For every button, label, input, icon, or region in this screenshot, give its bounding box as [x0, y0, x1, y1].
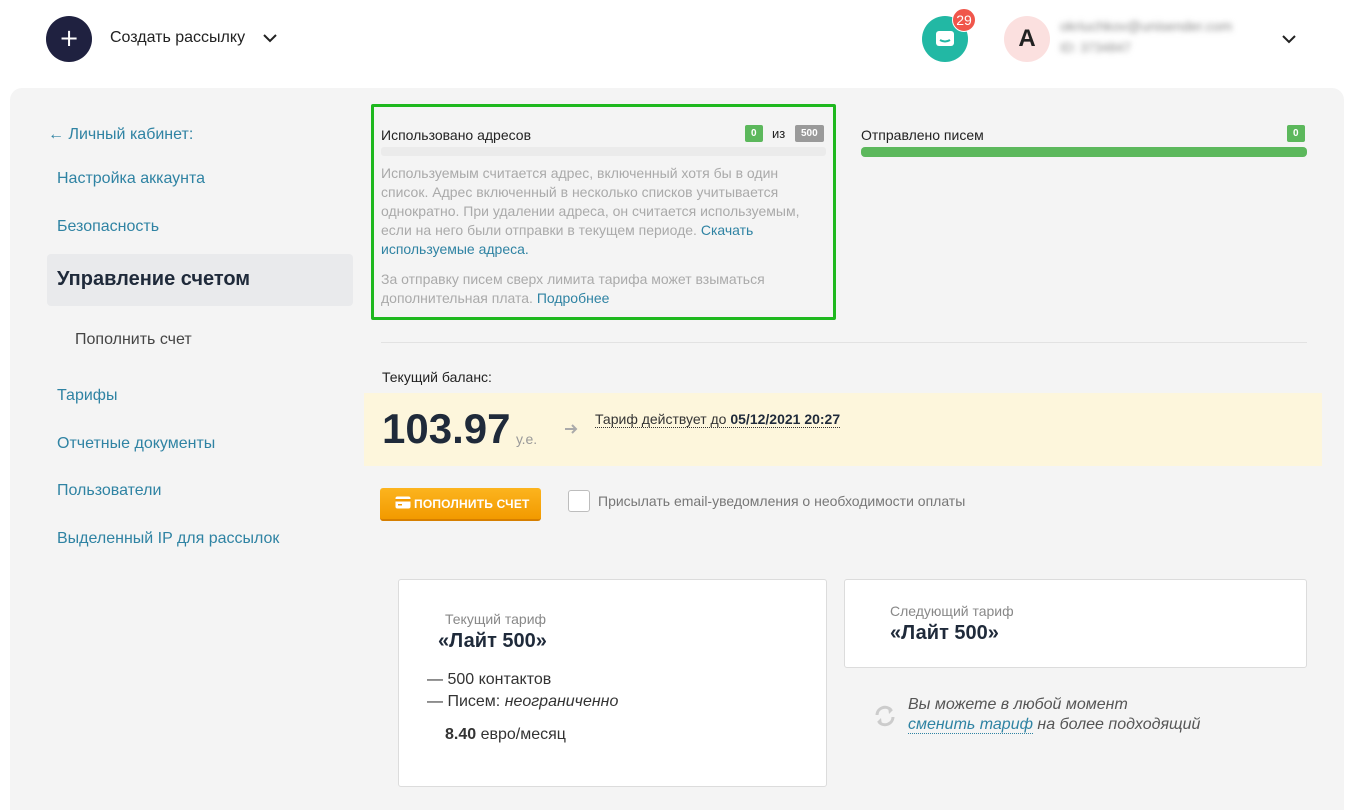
next-tariff-name: «Лайт 500»	[890, 622, 999, 644]
avatar[interactable]: A	[1004, 16, 1050, 62]
refresh-icon	[875, 705, 895, 727]
balance-unit: у.е.	[516, 431, 538, 447]
notify-label[interactable]: Присылать email-уведомления о необходимо…	[598, 493, 965, 509]
overlimit-note: За отправку писем сверх лимита тарифа мо…	[381, 270, 821, 308]
notify-checkbox[interactable]	[568, 490, 590, 512]
sent-letters-count: 0	[1287, 125, 1305, 142]
sent-progress-fill	[861, 147, 1307, 157]
tariff-feature-letters-value: неограниченно	[504, 693, 619, 710]
sidebar-item-account-settings[interactable]: Настройка аккаунта	[57, 170, 205, 188]
change-note-line2: на более подходящий	[1037, 716, 1201, 733]
sidebar-item-security[interactable]: Безопасность	[57, 218, 159, 236]
plus-icon[interactable]: +	[46, 16, 92, 62]
sidebar-item-billing[interactable]: Управление счетом	[47, 254, 353, 306]
tariff-valid-prefix: Тариф действует до	[595, 411, 727, 427]
sent-letters-title: Отправлено писем	[861, 127, 984, 143]
divider	[381, 342, 1307, 343]
chat-icon	[936, 31, 954, 46]
topup-button-label: ПОПОЛНИТЬ СЧЕТ	[414, 497, 530, 511]
tariff-valid-date: 05/12/2021 20:27	[730, 411, 841, 427]
addresses-note: Используемым считается адрес, включенный…	[381, 164, 821, 259]
balance-label: Текущий баланс:	[382, 369, 492, 385]
addresses-progress-bar	[381, 147, 826, 156]
balance-amount: 103.97	[382, 405, 511, 452]
tariff-price-value: 8.40	[445, 726, 477, 743]
tariff-feature-letters-prefix: — Писем:	[427, 693, 501, 710]
top-bar: + Создать рассылку 29 A okriuchkov@unise…	[0, 0, 1354, 80]
current-tariff-caption: Текущий тариф	[445, 611, 547, 627]
card-icon	[395, 496, 411, 509]
arrow-right-icon	[565, 424, 578, 434]
user-id: ID: 3734847	[1060, 40, 1131, 55]
change-tariff-note: Вы можете в любой момент сменить тариф н…	[908, 695, 1200, 735]
change-tariff-link[interactable]: сменить тариф	[908, 716, 1033, 734]
tariff-feature-contacts: — 500 контактов	[427, 671, 552, 688]
user-email: okriuchkov@unisender.com	[1060, 18, 1233, 34]
chevron-down-icon[interactable]	[262, 30, 278, 46]
sidebar-item-topup[interactable]: Пополнить счет	[75, 331, 192, 349]
next-tariff-caption: Следующий тариф	[890, 603, 1014, 619]
tariff-price: 8.40 евро/месяц	[445, 726, 566, 744]
more-info-link[interactable]: Подробнее	[537, 290, 610, 306]
sidebar-item-tariffs[interactable]: Тарифы	[57, 387, 117, 405]
tariff-feature-letters: — Писем: неограниченно	[427, 693, 618, 711]
sidebar-item-documents[interactable]: Отчетные документы	[57, 435, 215, 453]
addresses-used-title: Использовано адресов	[381, 127, 532, 143]
addresses-limit: 500	[795, 125, 824, 142]
change-note-line1: Вы можете в любой момент	[908, 696, 1128, 713]
chevron-down-icon[interactable]	[1280, 30, 1298, 48]
back-to-cabinet-link[interactable]: ← Личный кабинет:	[48, 126, 193, 144]
addresses-used-count: 0	[745, 125, 763, 142]
create-campaign-button[interactable]: Создать рассылку	[110, 29, 245, 47]
tariff-price-unit: евро/месяц	[480, 726, 566, 743]
current-tariff-name: «Лайт 500»	[438, 630, 547, 652]
sidebar-item-label: Управление счетом	[57, 268, 251, 290]
sidebar-item-users[interactable]: Пользователи	[57, 482, 161, 500]
topup-button[interactable]: ПОПОЛНИТЬ СЧЕТ	[380, 488, 541, 521]
sent-progress-bar	[861, 147, 1307, 157]
notification-badge: 29	[952, 8, 976, 32]
sidebar-item-dedicated-ip[interactable]: Выделенный IP для рассылок	[57, 530, 279, 548]
of-label: из	[772, 126, 786, 141]
tariff-valid-until[interactable]: Тариф действует до 05/12/2021 20:27	[595, 411, 841, 428]
